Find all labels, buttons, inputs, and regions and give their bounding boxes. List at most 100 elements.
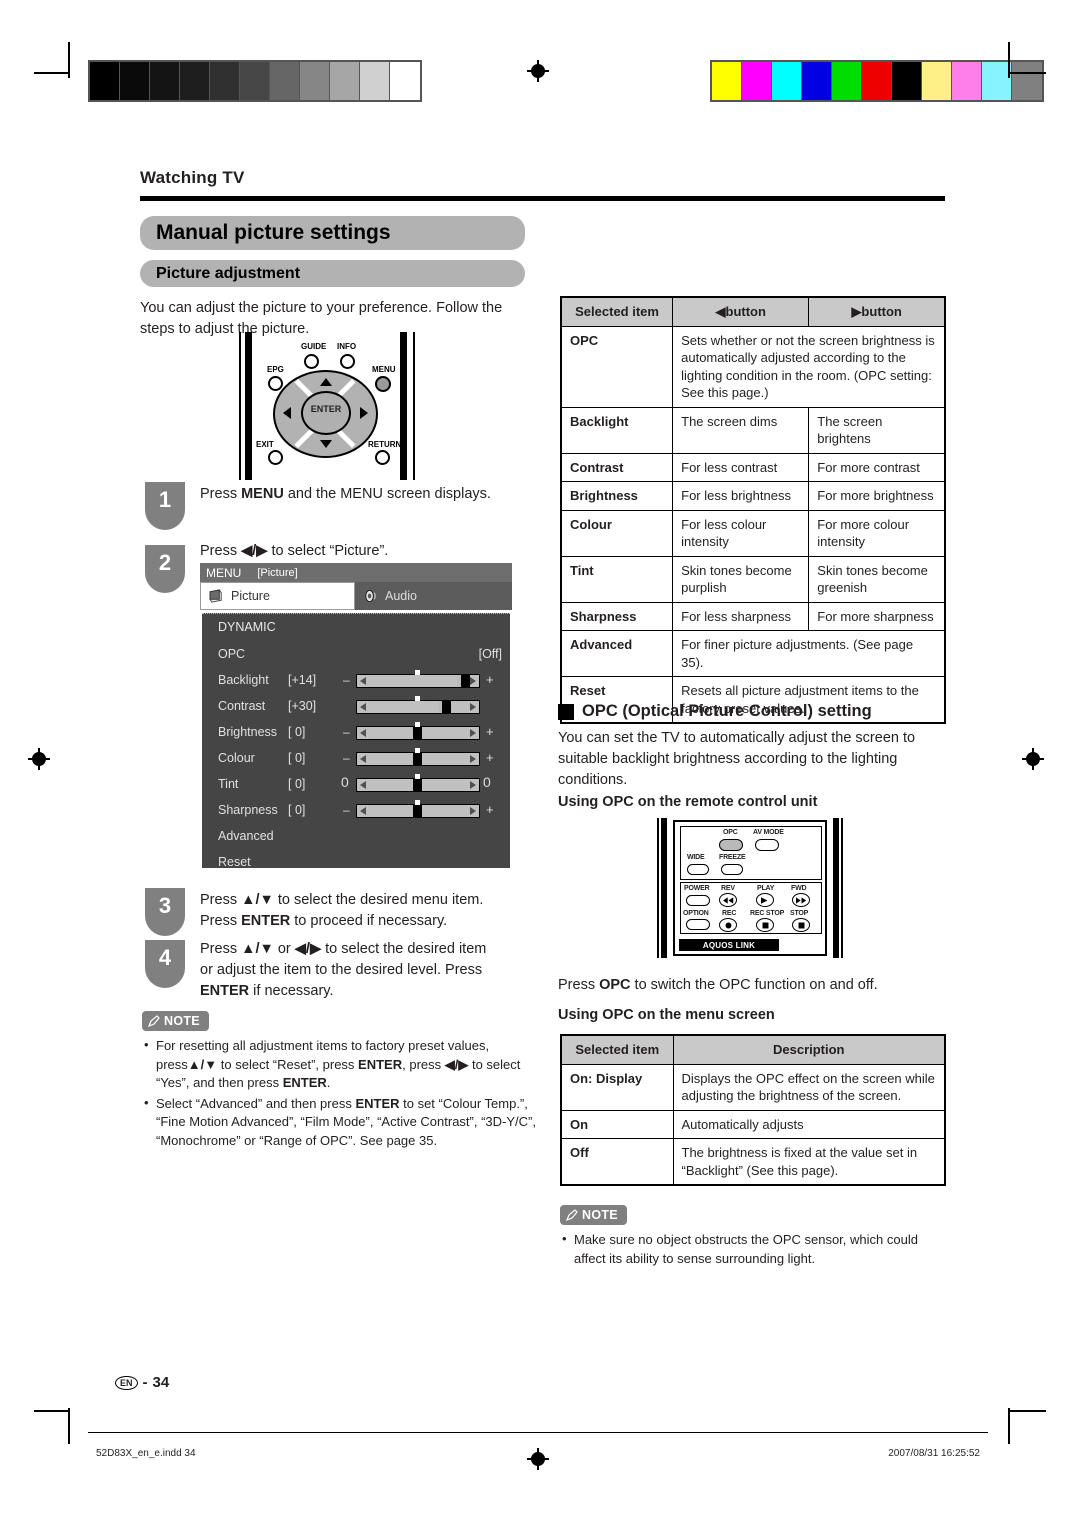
slider-colour[interactable] bbox=[356, 748, 480, 766]
row-item: OPC bbox=[560, 325, 674, 408]
label-rev: REV bbox=[721, 885, 735, 892]
footer-rule bbox=[88, 1432, 988, 1433]
menu-titlebar-title: MENU bbox=[206, 565, 242, 580]
table-row: Colour For less colour intensity For mor… bbox=[560, 509, 946, 557]
slider-sharpness[interactable] bbox=[356, 800, 480, 818]
arrow-down-icon[interactable] bbox=[320, 440, 332, 448]
guide-button[interactable] bbox=[304, 354, 319, 369]
row-right: Skin tones become greenish bbox=[808, 555, 946, 603]
note-list-right: Make sure no object obstructs the OPC se… bbox=[560, 1230, 952, 1270]
note-badge-label: NOTE bbox=[582, 1208, 618, 1222]
menu-row-label: Contrast bbox=[218, 699, 266, 713]
label-play: PLAY bbox=[757, 885, 775, 892]
menu-row-sharpness[interactable]: Sharpness [ 0] – + bbox=[210, 799, 508, 825]
label-opc: OPC bbox=[723, 829, 738, 836]
slider-brightness[interactable] bbox=[356, 722, 480, 740]
power-button[interactable] bbox=[686, 895, 710, 906]
note-item: Make sure no object obstructs the OPC se… bbox=[560, 1230, 952, 1268]
menu-row-backlight[interactable]: Backlight [+14] – + bbox=[210, 669, 508, 695]
menu-row-tint[interactable]: Tint [ 0] 0 0 bbox=[210, 773, 508, 799]
row-item: Contrast bbox=[560, 452, 674, 482]
row-desc: Automatically adjusts bbox=[672, 1109, 946, 1139]
row-desc: Sets whether or not the screen brightnes… bbox=[672, 325, 946, 408]
stop-icon bbox=[798, 922, 804, 928]
info-button[interactable] bbox=[340, 354, 355, 369]
menu-row-label: OPC bbox=[218, 647, 246, 661]
opc-section-heading: OPC (Optical Picture Control) setting bbox=[558, 702, 872, 721]
menu-row-advanced[interactable]: Advanced bbox=[210, 825, 508, 851]
slider-contrast[interactable] bbox=[356, 696, 480, 714]
remote-edge-left bbox=[245, 332, 252, 480]
wide-button[interactable] bbox=[687, 864, 709, 875]
menu-row-value: [ 0] bbox=[288, 725, 306, 739]
slider-handle[interactable] bbox=[413, 753, 422, 765]
arrow-right-icon[interactable] bbox=[360, 407, 368, 419]
increase-indicator: + bbox=[486, 750, 494, 765]
slider-backlight[interactable] bbox=[356, 670, 480, 688]
aquos-link-bar: AQUOS LINK bbox=[679, 939, 779, 951]
arrow-up-icon[interactable] bbox=[320, 378, 332, 386]
label-guide: GUIDE bbox=[301, 342, 327, 351]
stop-button[interactable] bbox=[792, 918, 810, 932]
row-item: Colour bbox=[560, 509, 674, 557]
menu-row-colour[interactable]: Colour [ 0] – + bbox=[210, 747, 508, 773]
label-exit: EXIT bbox=[256, 440, 274, 449]
av-mode-button[interactable] bbox=[755, 839, 779, 851]
row-desc: For finer picture adjustments. (See page… bbox=[672, 630, 946, 677]
row-right: For more sharpness bbox=[808, 601, 946, 631]
step4-line2: or adjust the item to the desired level.… bbox=[200, 962, 483, 978]
freeze-button[interactable] bbox=[721, 864, 743, 875]
remote-outline-right bbox=[841, 818, 843, 958]
label-power: POWER bbox=[684, 885, 710, 892]
note-list-left: For resetting all adjustment items to fa… bbox=[142, 1036, 537, 1152]
step-number-2: 2 bbox=[145, 545, 185, 593]
tint-right-indicator: 0 bbox=[483, 774, 491, 790]
slider-center-tick bbox=[415, 800, 420, 805]
arrow-left-icon[interactable] bbox=[283, 407, 291, 419]
step-text-3: Press ▲/▼ to select the desired menu ite… bbox=[200, 890, 535, 932]
row-left: Skin tones become purplish bbox=[672, 555, 810, 603]
rec-stop-button[interactable] bbox=[756, 918, 774, 932]
picture-mode-label: DYNAMIC bbox=[218, 620, 276, 634]
rec-button[interactable] bbox=[719, 918, 737, 932]
row-desc: The brightness is fixed at the value set… bbox=[672, 1138, 946, 1186]
slider-arrow-right-icon bbox=[470, 677, 476, 685]
menu-row-value: [ 0] bbox=[288, 777, 306, 791]
tab-audio[interactable]: Audio bbox=[355, 582, 512, 610]
remote-edge-right bbox=[400, 332, 407, 480]
page-dash: - bbox=[142, 1374, 148, 1391]
menu-row-opc[interactable]: OPC [Off] bbox=[210, 643, 508, 669]
menu-row-brightness[interactable]: Brightness [ 0] – + bbox=[210, 721, 508, 747]
row-item: On bbox=[560, 1109, 674, 1139]
slider-arrow-left-icon bbox=[360, 703, 366, 711]
slider-tint[interactable] bbox=[356, 774, 480, 792]
rewind-icon bbox=[722, 896, 733, 904]
table-row: Advanced For finer picture adjustments. … bbox=[560, 630, 946, 677]
slider-handle[interactable] bbox=[461, 675, 470, 687]
remote-control-diagram-opc: OPC AV MODE WIDE FREEZE POWER REV PLAY F… bbox=[655, 818, 845, 958]
slider-handle[interactable] bbox=[413, 805, 422, 817]
slider-handle[interactable] bbox=[413, 779, 422, 791]
menu-row-label: Brightness bbox=[218, 725, 278, 739]
slider-handle[interactable] bbox=[442, 701, 451, 713]
menu-row-reset[interactable]: Reset bbox=[210, 851, 508, 877]
slider-arrow-right-icon bbox=[470, 755, 476, 763]
menu-row-contrast[interactable]: Contrast [+30] bbox=[210, 695, 508, 721]
slider-arrow-right-icon bbox=[470, 781, 476, 789]
record-icon bbox=[725, 922, 731, 928]
rev-button[interactable] bbox=[719, 893, 737, 907]
fast-forward-icon bbox=[795, 896, 806, 904]
fwd-button[interactable] bbox=[792, 893, 810, 907]
opc-press-line: Press OPC to switch the OPC function on … bbox=[558, 977, 878, 993]
slider-handle[interactable] bbox=[413, 727, 422, 739]
remote-outline-left bbox=[239, 332, 241, 480]
col-left-button: ◀button bbox=[672, 296, 810, 327]
opc-button[interactable] bbox=[719, 839, 743, 851]
step-number-4: 4 bbox=[145, 940, 185, 988]
row-item: Off bbox=[560, 1138, 674, 1186]
footer-timestamp: 2007/08/31 16:25:52 bbox=[888, 1448, 980, 1459]
tab-picture[interactable]: Picture bbox=[200, 582, 355, 610]
directional-pad[interactable]: ENTER bbox=[273, 370, 378, 458]
option-button[interactable] bbox=[686, 919, 710, 930]
play-button[interactable] bbox=[756, 893, 774, 907]
